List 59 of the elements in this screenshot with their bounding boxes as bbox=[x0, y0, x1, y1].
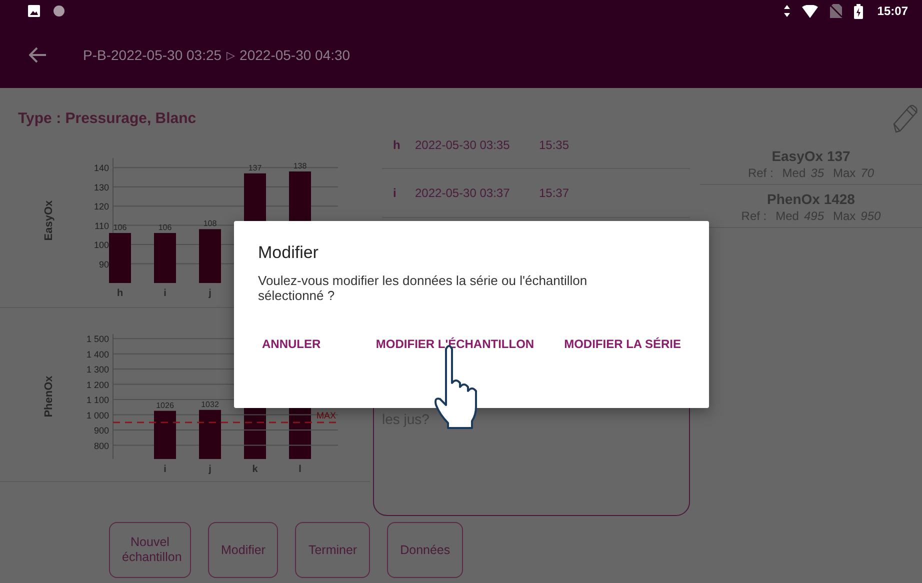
dialog-button[interactable]: MODIFIER L'ÉCHANTILLON bbox=[376, 333, 534, 355]
axis-tick-label: 120 bbox=[94, 202, 109, 212]
range-separator: ▷ bbox=[226, 48, 235, 62]
bar bbox=[199, 229, 221, 283]
data-arrows-icon bbox=[784, 5, 790, 17]
category-label: h bbox=[116, 288, 124, 299]
axis-tick-label: 1 500 bbox=[86, 334, 109, 344]
axis-tick-label: 800 bbox=[94, 440, 109, 451]
axis-tick-label: 90 bbox=[98, 259, 109, 270]
axis-tick-label: 140 bbox=[94, 163, 109, 174]
action-button[interactable]: Nouvel échantillon bbox=[109, 522, 191, 578]
value-label: 138 bbox=[293, 161, 307, 170]
action-button[interactable]: Terminer bbox=[295, 522, 370, 578]
bar bbox=[199, 410, 221, 459]
category-label: k bbox=[252, 464, 258, 475]
action-button[interactable]: Modifier bbox=[208, 522, 278, 578]
category-label: j bbox=[208, 464, 212, 475]
bar bbox=[154, 410, 176, 459]
value-label: 106 bbox=[113, 223, 127, 232]
back-arrow-icon[interactable] bbox=[29, 47, 47, 63]
category-label: j bbox=[208, 288, 212, 299]
dialog-button[interactable]: MODIFIER LA SÉRIE bbox=[564, 333, 681, 355]
bar bbox=[109, 233, 131, 283]
axis-tick-label: 1 200 bbox=[86, 380, 109, 390]
category-label: i bbox=[164, 464, 166, 475]
circle-icon bbox=[53, 5, 65, 17]
axis-tick-label: 110 bbox=[94, 220, 109, 231]
status-time: 15:07 bbox=[877, 4, 908, 18]
y-axis-title: EasyOx bbox=[43, 200, 55, 241]
value-label: 106 bbox=[158, 223, 172, 232]
axis-tick-label: 1 300 bbox=[86, 364, 109, 375]
no-sim-icon bbox=[830, 4, 842, 18]
axis-tick-label: 1 100 bbox=[86, 395, 109, 406]
battery-icon bbox=[854, 4, 864, 18]
app-subtitle: 2022-05-30 04:30 bbox=[240, 47, 350, 63]
value-label: 137 bbox=[248, 163, 262, 172]
axis-tick-label: 1 000 bbox=[86, 410, 109, 420]
dialog-title: Modifier bbox=[258, 243, 320, 263]
axis-tick-label: 900 bbox=[94, 426, 109, 436]
app-title: P-B-2022-05-30 03:25 bbox=[83, 47, 222, 63]
sample-row[interactable]: h 2022-05-30 03:35 15:35 bbox=[382, 122, 690, 169]
value-label: 108 bbox=[203, 219, 217, 228]
wifi-icon bbox=[802, 4, 818, 18]
dialog-button[interactable]: ANNULER bbox=[262, 333, 321, 355]
bar bbox=[154, 233, 176, 283]
axis-tick-label: 130 bbox=[94, 182, 109, 192]
action-button[interactable]: Données bbox=[387, 522, 464, 578]
category-label: i bbox=[164, 288, 166, 299]
type-label: Type : Pressurage, Blanc bbox=[17, 109, 198, 129]
axis-tick-label: 1 400 bbox=[86, 349, 109, 360]
sample-row[interactable]: i 2022-05-30 03:37 15:37 bbox=[382, 169, 690, 218]
image-icon bbox=[27, 4, 41, 18]
category-label: l bbox=[298, 464, 302, 475]
dialog-message: Voulez-vous modifier les données la série ou l'échantillon sélectionné ? bbox=[258, 273, 588, 303]
value-label: 1032 bbox=[201, 400, 219, 409]
value-label: 1026 bbox=[156, 400, 174, 410]
max-label: MAX bbox=[316, 410, 336, 420]
axis-tick-label: 100 bbox=[94, 240, 109, 250]
y-axis-title: PhenOx bbox=[43, 376, 55, 418]
